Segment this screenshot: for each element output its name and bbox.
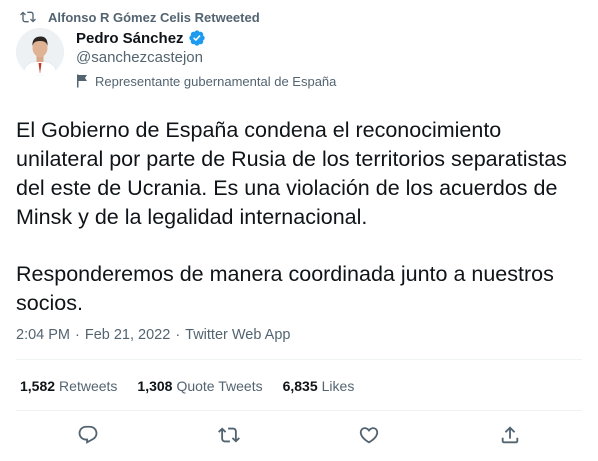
- likes-label: Likes: [321, 378, 355, 394]
- flag-icon: [76, 74, 89, 88]
- divider: [16, 359, 582, 360]
- retweets-stat[interactable]: 1,582 Retweets: [20, 378, 117, 394]
- author-handle[interactable]: @sanchezcastejon: [76, 48, 336, 68]
- heart-icon[interactable]: [358, 424, 380, 446]
- verified-badge-icon: [188, 29, 206, 47]
- tweet-paragraph: Responderemos de manera coordinada junto…: [16, 262, 554, 315]
- author-block: Pedro Sánchez @sanchezcastejon Represent…: [76, 28, 336, 89]
- retweets-label: Retweets: [59, 378, 118, 394]
- tweet-text: El Gobierno de España condena el reconoc…: [16, 116, 582, 318]
- retweeted-by-text: Alfonso R Gómez Celis Retweeted: [48, 9, 260, 25]
- tweet-stats: 1,582 Retweets 1,308 Quote Tweets 6,835 …: [20, 376, 374, 396]
- tweet-time[interactable]: 2:04 PM: [16, 327, 70, 343]
- quote-tweets-count: 1,308: [137, 378, 173, 394]
- tweet-source[interactable]: Twitter Web App: [185, 327, 290, 343]
- likes-count: 6,835: [282, 378, 318, 394]
- retweet-icon: [20, 9, 36, 25]
- reply-icon[interactable]: [77, 424, 99, 446]
- quote-tweets-stat[interactable]: 1,308 Quote Tweets: [137, 378, 262, 394]
- retweeted-by-header[interactable]: Alfonso R Gómez Celis Retweeted: [20, 8, 260, 26]
- tweet-metadata: 2:04 PM · Feb 21, 2022 · Twitter Web App: [16, 325, 290, 345]
- government-label[interactable]: Representante gubernamental de España: [76, 73, 336, 89]
- likes-stat[interactable]: 6,835 Likes: [283, 378, 355, 394]
- retweets-count: 1,582: [20, 378, 56, 394]
- action-bar: [0, 424, 598, 450]
- meta-separator: ·: [175, 327, 181, 343]
- share-icon[interactable]: [499, 424, 521, 446]
- meta-separator: ·: [75, 327, 80, 343]
- author-name[interactable]: Pedro Sánchez: [76, 30, 184, 47]
- government-label-text: Representante gubernamental de España: [95, 73, 337, 89]
- quote-tweets-label: Quote Tweets: [176, 378, 263, 394]
- retweet-icon[interactable]: [218, 424, 240, 446]
- avatar[interactable]: [16, 28, 64, 76]
- divider: [16, 410, 582, 411]
- tweet-date[interactable]: Feb 21, 2022: [85, 327, 170, 343]
- tweet-paragraph: El Gobierno de España condena el reconoc…: [16, 118, 567, 229]
